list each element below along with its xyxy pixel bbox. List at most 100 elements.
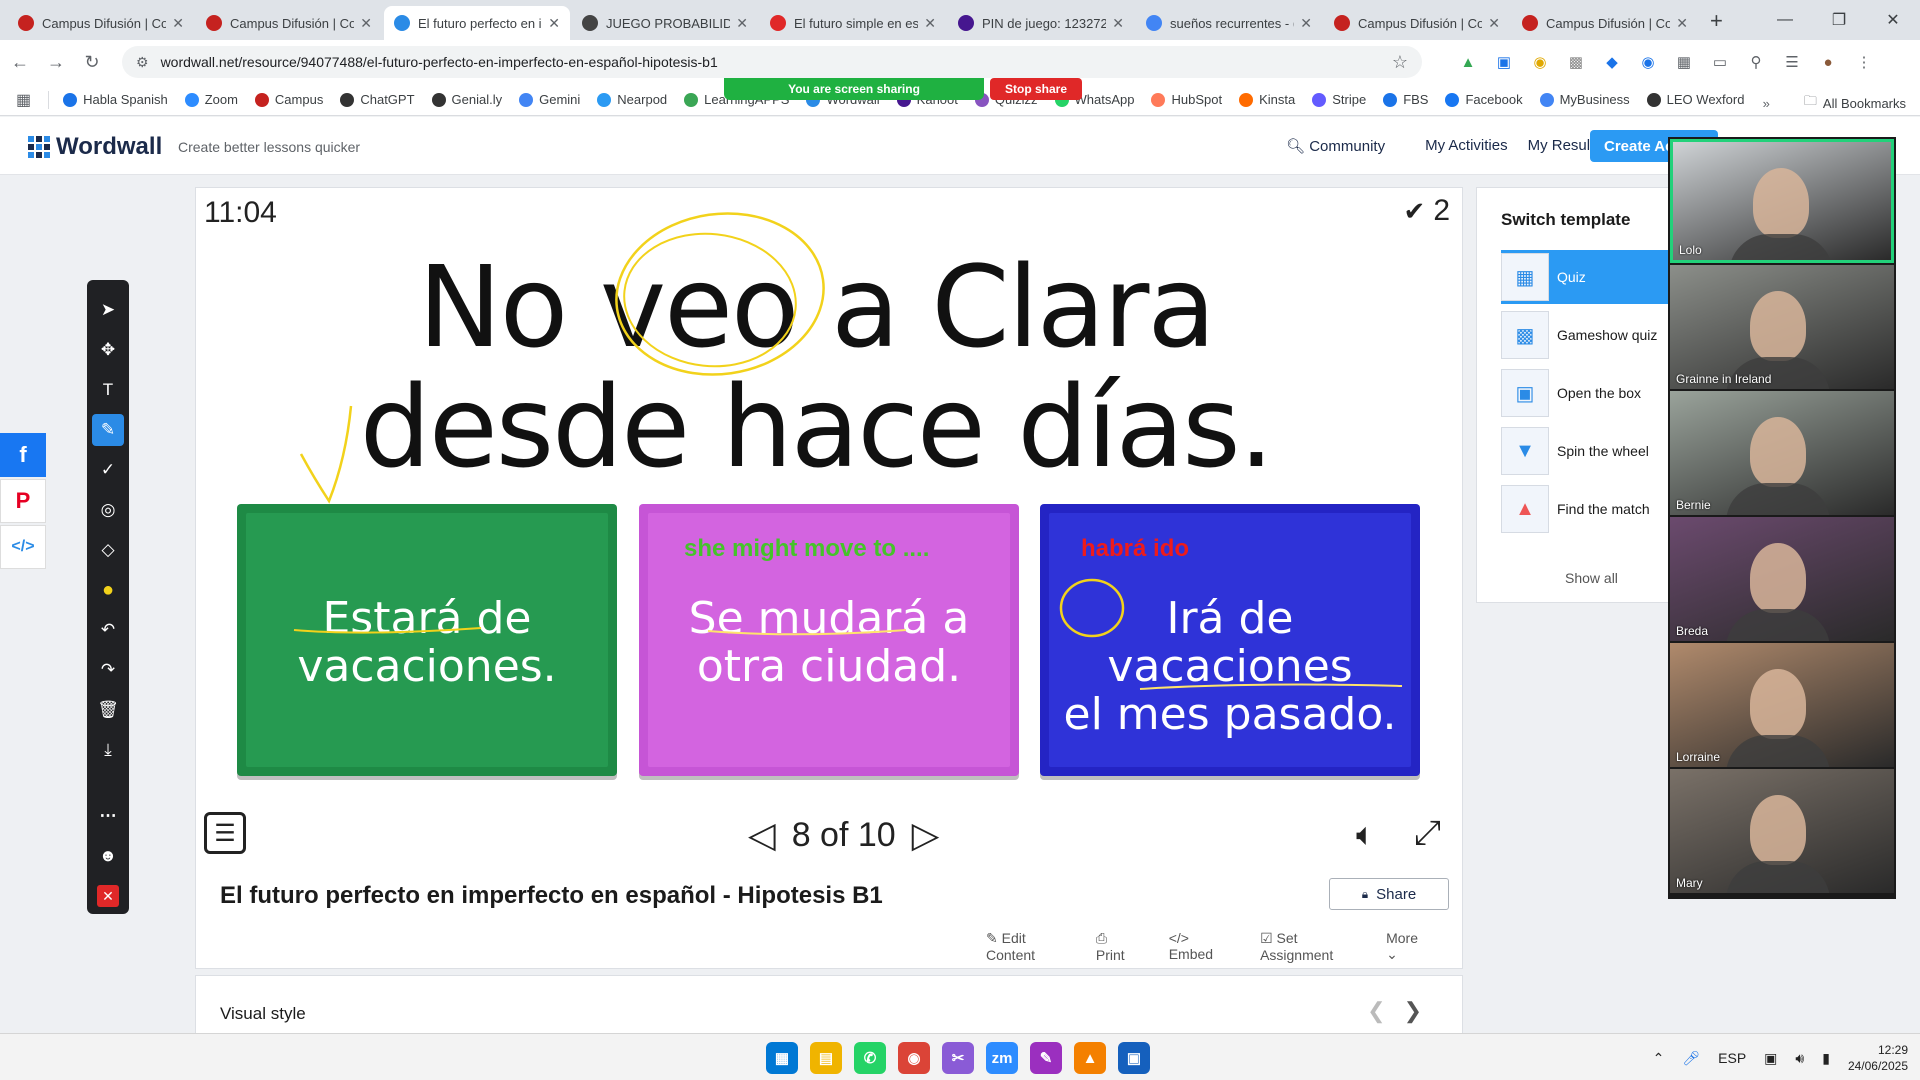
sound-icon[interactable]: 🔈︎: [1356, 816, 1375, 854]
bookmark-item[interactable]: ChatGPT: [340, 92, 415, 107]
browser-tab[interactable]: Campus Difusión | Co ✕: [1324, 6, 1510, 40]
coin-extension-icon[interactable]: ◉: [1527, 48, 1553, 76]
game-menu-button[interactable]: ☰: [204, 812, 246, 854]
answer-option-1[interactable]: Estará de vacaciones.: [237, 504, 617, 776]
bookmark-item[interactable]: FBS: [1383, 92, 1428, 107]
volume-icon[interactable]: 🔊︎: [1795, 1050, 1804, 1067]
more-dropdown[interactable]: More ⌄: [1386, 930, 1440, 963]
tab-close-icon[interactable]: ✕: [1300, 15, 1312, 32]
set-assignment-link[interactable]: ☑ Set Assignment: [1260, 930, 1364, 963]
eraser-icon[interactable]: ◇: [87, 534, 129, 566]
language-indicator[interactable]: ESP: [1718, 1050, 1746, 1066]
participant-video[interactable]: Grainne in Ireland: [1670, 265, 1894, 389]
media-icon[interactable]: ☰: [1779, 48, 1805, 76]
participant-video[interactable]: Mary: [1670, 769, 1894, 893]
template-open-the-box[interactable]: ▣ Open the box: [1501, 366, 1677, 420]
start-icon[interactable]: ▦: [766, 1042, 798, 1074]
annotator-user-icon[interactable]: ☻: [87, 840, 129, 872]
apps-grid-icon[interactable]: ▦: [16, 90, 31, 110]
pinterest-share-icon[interactable]: P: [0, 479, 46, 523]
wordwall-logo[interactable]: Wordwall: [28, 133, 162, 161]
pen-tool-icon[interactable]: ✎: [92, 414, 124, 446]
address-bar[interactable]: ⚙ wordwall.net/resource/94077488/el-futu…: [122, 46, 1422, 78]
all-bookmarks[interactable]: » 🗀 All Bookmarks: [1763, 92, 1906, 114]
template-find-the-match[interactable]: ▲ Find the match: [1501, 482, 1677, 536]
restore-icon[interactable]: ❐: [1812, 0, 1866, 40]
text-tool-icon[interactable]: T: [87, 374, 129, 406]
participant-video[interactable]: Lorraine: [1670, 643, 1894, 767]
bookmark-star-icon[interactable]: ☆: [1392, 52, 1408, 73]
tab-close-icon[interactable]: ✕: [1488, 15, 1500, 32]
color-picker-icon[interactable]: ●: [87, 574, 129, 606]
browser-tab[interactable]: Campus Difusión | Co ✕: [196, 6, 382, 40]
move-icon[interactable]: ✥: [87, 334, 129, 366]
template-quiz[interactable]: ▦ Quiz: [1501, 250, 1677, 304]
chevron-left-icon[interactable]: ❮: [1367, 998, 1403, 1023]
whiteboard-icon[interactable]: ▣: [1118, 1042, 1150, 1074]
facebook-share-icon[interactable]: f: [0, 433, 46, 477]
minimize-icon[interactable]: —: [1758, 0, 1812, 40]
tab-close-icon[interactable]: ✕: [1676, 15, 1688, 32]
file-explorer-icon[interactable]: ▤: [810, 1042, 842, 1074]
embed-link[interactable]: </> Embed: [1169, 930, 1238, 963]
microphone-icon[interactable]: 🎤︎: [1682, 1050, 1700, 1067]
bookmark-item[interactable]: Campus: [254, 92, 323, 107]
tab-close-icon[interactable]: ✕: [1112, 15, 1124, 32]
back-icon[interactable]: ←: [4, 46, 36, 78]
browser-tab[interactable]: El futuro simple en es ✕: [760, 6, 946, 40]
print-link[interactable]: ⎙ Print: [1096, 930, 1147, 963]
tab-close-icon[interactable]: ✕: [736, 15, 748, 32]
drive-icon[interactable]: ▲: [1455, 48, 1481, 76]
profile-avatar[interactable]: ●: [1815, 48, 1841, 76]
chevron-up-icon[interactable]: ⌃: [1653, 1050, 1665, 1067]
vlc-icon[interactable]: ▲: [1074, 1042, 1106, 1074]
trash-extension-icon[interactable]: ▣: [1491, 48, 1517, 76]
participant-video[interactable]: Bernie: [1670, 391, 1894, 515]
show-all-link[interactable]: Show all: [1565, 570, 1618, 586]
battery-icon[interactable]: ▮: [1822, 1050, 1830, 1067]
tab-close-icon[interactable]: ✕: [172, 15, 184, 32]
browser-tab[interactable]: El futuro perfecto en i ✕: [384, 6, 570, 40]
tab-close-icon[interactable]: ✕: [360, 15, 372, 32]
bookmark-item[interactable]: LEO Wexford: [1646, 92, 1744, 107]
snipping-tool-icon[interactable]: ✂: [942, 1042, 974, 1074]
network-icon[interactable]: ▣: [1764, 1050, 1777, 1067]
reload-icon[interactable]: ↻: [76, 46, 108, 78]
puzzle-icon[interactable]: ▦: [1671, 48, 1697, 76]
code-extension-icon[interactable]: ▩: [1563, 48, 1589, 76]
new-tab-button[interactable]: +: [1710, 8, 1723, 34]
close-window-icon[interactable]: ✕: [1866, 0, 1920, 40]
bookmark-item[interactable]: Stripe: [1312, 92, 1366, 107]
search-tab-icon[interactable]: ⚲: [1743, 48, 1769, 76]
nav-community[interactable]: 🔍︎ Community: [1286, 137, 1405, 155]
bookmark-item[interactable]: Genial.ly: [431, 92, 502, 107]
previous-question-icon[interactable]: ◁: [748, 814, 776, 856]
bookmark-item[interactable]: Kinsta: [1239, 92, 1295, 107]
answer-option-2[interactable]: she might move to .... Se mudará a otra …: [639, 504, 1019, 776]
redo-icon[interactable]: ↷: [87, 654, 129, 686]
clock[interactable]: 12:29 24/06/2025: [1848, 1042, 1908, 1074]
zoom-app-icon[interactable]: zm: [986, 1042, 1018, 1074]
shield-extension-icon[interactable]: ◉: [1635, 48, 1661, 76]
save-download-icon[interactable]: ⤓: [87, 734, 129, 766]
chrome-icon[interactable]: ◉: [898, 1042, 930, 1074]
delete-icon[interactable]: ▭: [1707, 48, 1733, 76]
close-toolbar-icon[interactable]: ✕: [87, 880, 129, 912]
browser-tab[interactable]: Campus Difusión | Co ✕: [8, 6, 194, 40]
embed-code-icon[interactable]: </>: [0, 525, 46, 569]
stop-share-button[interactable]: Stop share: [990, 78, 1082, 100]
spotlight-icon[interactable]: ◎: [87, 494, 129, 526]
whatsapp-icon[interactable]: ✆: [854, 1042, 886, 1074]
share-button[interactable]: 🔒︎ Share: [1329, 878, 1449, 910]
nav-my-activities[interactable]: My Activities: [1425, 137, 1508, 155]
fullscreen-icon[interactable]: ⤢: [1414, 814, 1441, 853]
clear-trash-icon[interactable]: 🗑︎: [87, 694, 129, 726]
tag-extension-icon[interactable]: ◆: [1599, 48, 1625, 76]
participant-video[interactable]: Breda: [1670, 517, 1894, 641]
browser-tab[interactable]: PIN de juego: 123272 ✕: [948, 6, 1134, 40]
browser-tab[interactable]: Campus Difusión | Co ✕: [1512, 6, 1698, 40]
undo-icon[interactable]: ↶: [87, 614, 129, 646]
more-bookmarks-icon[interactable]: »: [1763, 96, 1770, 111]
stamp-check-icon[interactable]: ✓: [87, 454, 129, 486]
forward-icon[interactable]: →: [40, 46, 72, 78]
